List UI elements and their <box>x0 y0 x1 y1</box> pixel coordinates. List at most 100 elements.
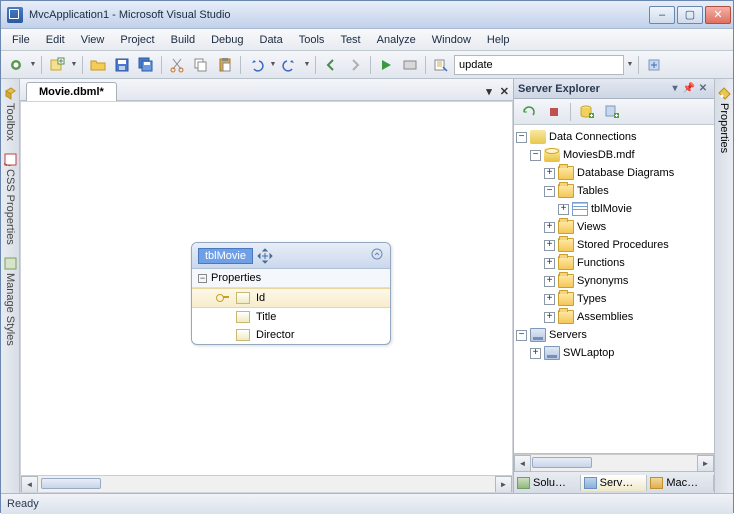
stop-icon[interactable] <box>543 101 565 123</box>
dropdown-icon[interactable]: ▼ <box>303 61 311 68</box>
property-icon <box>236 311 250 323</box>
field-row-title[interactable]: Title <box>192 308 390 326</box>
tree[interactable]: −Data Connections −MoviesDB.mdf +Databas… <box>514 125 714 454</box>
toolbox-tab[interactable]: Toolbox <box>3 85 18 143</box>
dropdown-icon[interactable]: ▼ <box>269 61 277 68</box>
menu-test[interactable]: Test <box>333 32 367 48</box>
server-explorer-icon <box>584 477 597 489</box>
svg-text:A: A <box>4 163 13 166</box>
cut-icon[interactable] <box>166 54 188 76</box>
new-project-icon[interactable] <box>5 54 27 76</box>
menu-debug[interactable]: Debug <box>204 32 250 48</box>
field-row-director[interactable]: Director <box>192 326 390 344</box>
right-bottom-tabs: Solu… Serv… Mac… <box>514 471 714 493</box>
paste-icon[interactable] <box>214 54 236 76</box>
key-icon <box>216 292 230 304</box>
refresh-icon[interactable] <box>518 101 540 123</box>
tab-solution-explorer[interactable]: Solu… <box>514 475 581 491</box>
copy-icon[interactable] <box>190 54 212 76</box>
right-rail: Properties <box>714 79 733 493</box>
save-icon[interactable] <box>111 54 133 76</box>
minimize-button[interactable]: – <box>649 6 675 24</box>
close-pane-icon[interactable]: ✕ <box>696 82 710 96</box>
open-icon[interactable] <box>87 54 109 76</box>
doc-tab-movie[interactable]: Movie.dbml* <box>26 82 117 101</box>
dropdown-icon[interactable]: ▼ <box>626 61 634 68</box>
redo-icon[interactable] <box>279 54 301 76</box>
menu-analyze[interactable]: Analyze <box>370 32 423 48</box>
node-sprocs[interactable]: +Stored Procedures <box>514 236 714 254</box>
dropdown-icon[interactable]: ▼ <box>70 61 78 68</box>
pin-icon[interactable]: 📌 <box>682 82 696 96</box>
properties-section[interactable]: − Properties <box>192 269 390 288</box>
scroll-right-icon[interactable]: ► <box>697 455 714 472</box>
window-title: MvcApplication1 - Microsoft Visual Studi… <box>29 9 649 21</box>
navigate-fwd-icon[interactable] <box>344 54 366 76</box>
node-data-connections[interactable]: −Data Connections <box>514 128 714 146</box>
save-all-icon[interactable] <box>135 54 157 76</box>
scroll-left-icon[interactable]: ◄ <box>21 476 38 493</box>
find-icon[interactable] <box>430 54 452 76</box>
entity-name[interactable]: tblMovie <box>198 248 253 264</box>
minus-icon[interactable]: − <box>198 274 207 283</box>
collapse-icon[interactable] <box>277 247 384 264</box>
toolbar-overflow-icon[interactable] <box>643 54 665 76</box>
menu-build[interactable]: Build <box>164 32 202 48</box>
designer-canvas[interactable]: tblMovie − Properties Id <box>20 101 513 493</box>
titlebar: MvcApplication1 - Microsoft Visual Studi… <box>1 1 733 29</box>
connect-db-icon[interactable] <box>576 101 598 123</box>
folder-icon <box>558 184 574 198</box>
config-combo[interactable] <box>454 55 624 75</box>
node-views[interactable]: +Views <box>514 218 714 236</box>
menu-project[interactable]: Project <box>113 32 161 48</box>
scroll-thumb[interactable] <box>532 457 592 468</box>
menu-edit[interactable]: Edit <box>39 32 72 48</box>
tab-server-explorer[interactable]: Serv… <box>581 475 648 491</box>
move-handle-icon[interactable] <box>257 248 273 264</box>
node-diagrams[interactable]: +Database Diagrams <box>514 164 714 182</box>
entity-tblmovie[interactable]: tblMovie − Properties Id <box>191 242 391 345</box>
property-icon <box>236 329 250 341</box>
node-swlaptop[interactable]: +SWLaptop <box>514 344 714 362</box>
node-types[interactable]: +Types <box>514 290 714 308</box>
menu-data[interactable]: Data <box>253 32 290 48</box>
menu-tools[interactable]: Tools <box>292 32 332 48</box>
node-functions[interactable]: +Functions <box>514 254 714 272</box>
menu-help[interactable]: Help <box>480 32 517 48</box>
navigate-back-icon[interactable] <box>320 54 342 76</box>
h-scrollbar[interactable]: ◄ ► <box>21 475 512 492</box>
node-moviesdb[interactable]: −MoviesDB.mdf <box>514 146 714 164</box>
doc-tabs: Movie.dbml* ▾ ✕ <box>20 79 513 101</box>
scroll-thumb[interactable] <box>41 478 101 489</box>
field-row-id[interactable]: Id <box>192 288 390 308</box>
node-tables[interactable]: −Tables <box>514 182 714 200</box>
node-synonyms[interactable]: +Synonyms <box>514 272 714 290</box>
properties-tab[interactable]: Properties <box>717 85 732 155</box>
menu-window[interactable]: Window <box>425 32 478 48</box>
css-properties-tab[interactable]: ACSS Properties <box>3 151 18 247</box>
node-tblmovie[interactable]: +tblMovie <box>514 200 714 218</box>
pane-menu-icon[interactable]: ▾ <box>668 82 682 96</box>
tree-h-scrollbar[interactable]: ◄ ► <box>514 454 714 471</box>
undo-icon[interactable] <box>245 54 267 76</box>
manage-styles-tab[interactable]: Manage Styles <box>3 255 18 348</box>
add-item-icon[interactable] <box>46 54 68 76</box>
dropdown-icon[interactable]: ▼ <box>29 61 37 68</box>
start-debug-icon[interactable] <box>375 54 397 76</box>
node-servers[interactable]: −Servers <box>514 326 714 344</box>
scroll-left-icon[interactable]: ◄ <box>514 455 531 472</box>
maximize-button[interactable]: ▢ <box>677 6 703 24</box>
folder-icon <box>558 166 574 180</box>
close-tab-icon[interactable]: ✕ <box>496 83 513 100</box>
node-assemblies[interactable]: +Assemblies <box>514 308 714 326</box>
folder-icon <box>558 256 574 270</box>
tab-macro-explorer[interactable]: Mac… <box>647 475 714 491</box>
tab-menu-icon[interactable]: ▾ <box>482 83 496 100</box>
menu-view[interactable]: View <box>74 32 112 48</box>
debug-target-icon[interactable] <box>399 54 421 76</box>
folder-icon <box>558 274 574 288</box>
scroll-right-icon[interactable]: ► <box>495 476 512 493</box>
close-button[interactable]: ✕ <box>705 6 731 24</box>
menu-file[interactable]: File <box>5 32 37 48</box>
connect-server-icon[interactable] <box>601 101 623 123</box>
